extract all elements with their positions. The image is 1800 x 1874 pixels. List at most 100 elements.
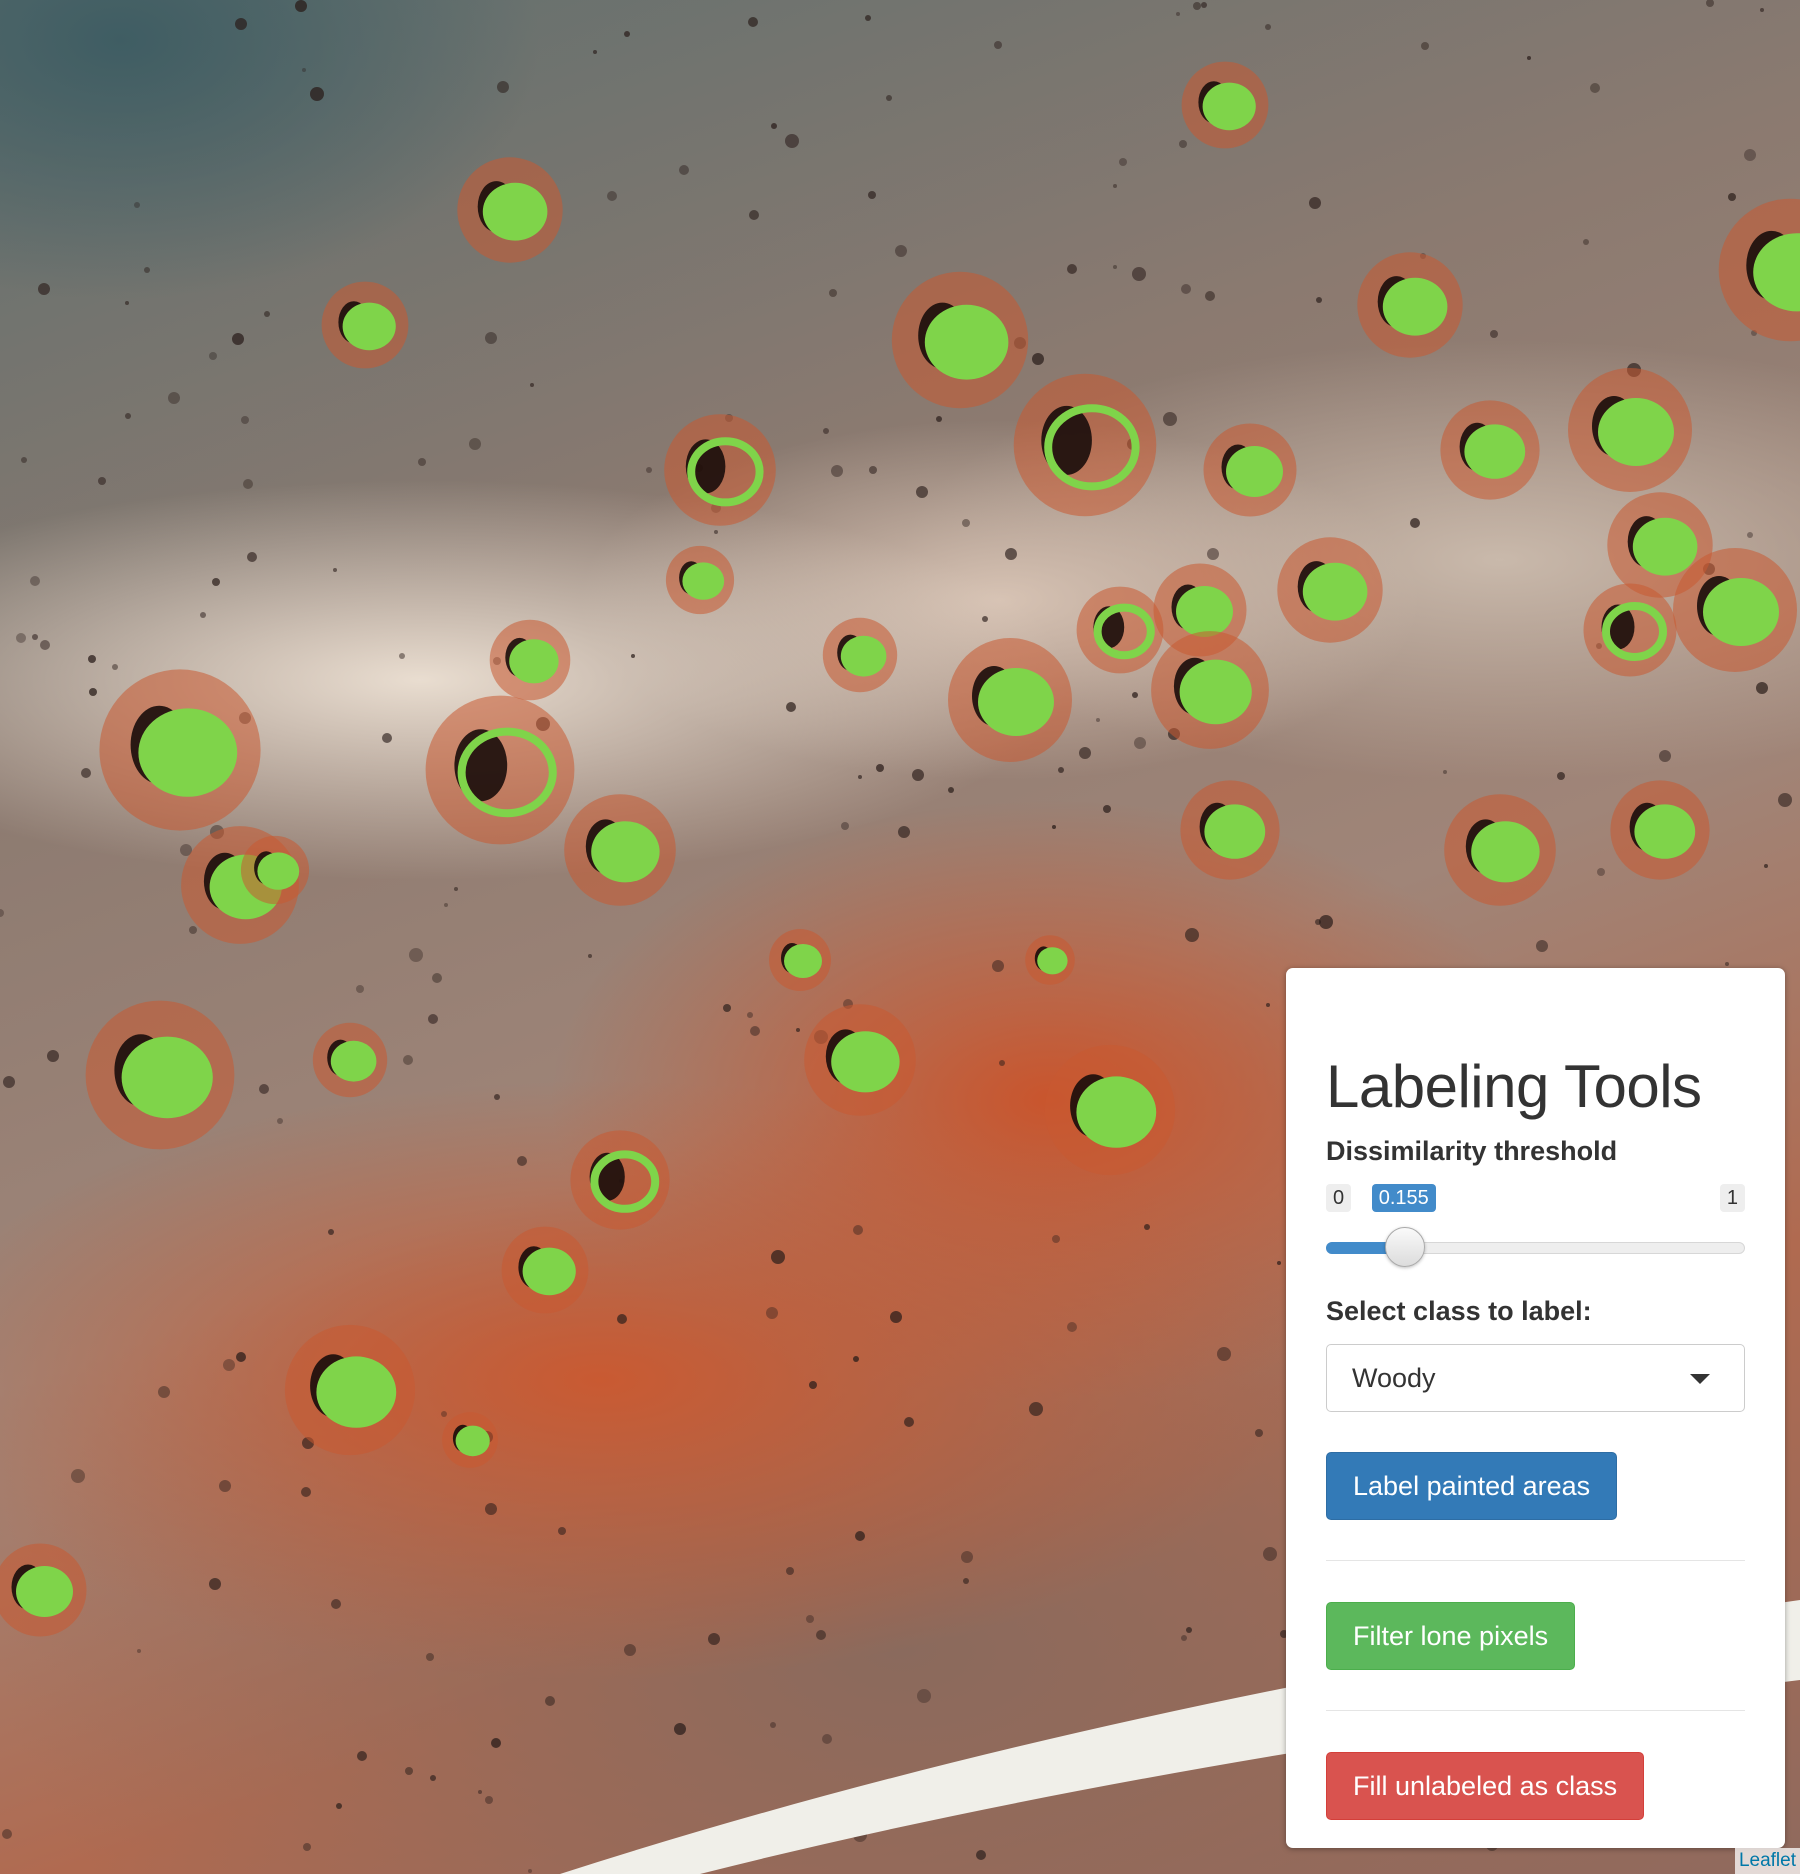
threshold-label: Dissimilarity threshold — [1326, 1136, 1618, 1166]
ground-speckle — [528, 1869, 532, 1873]
ground-speckle — [1067, 1322, 1077, 1332]
ground-speckle — [1410, 518, 1420, 528]
ground-speckle — [71, 1469, 85, 1483]
ground-speckle — [1052, 825, 1056, 829]
labeled-woody-area — [1382, 277, 1448, 336]
labeled-woody-area — [1176, 586, 1233, 637]
ground-speckle — [1113, 184, 1117, 188]
ground-speckle — [259, 1084, 269, 1094]
ground-speckle — [962, 519, 970, 527]
ground-speckle — [855, 1531, 865, 1541]
ground-speckle — [868, 191, 876, 199]
ground-speckle — [485, 1503, 497, 1515]
ground-speckle — [771, 1250, 785, 1264]
panel-title: Labeling Tools — [1326, 1053, 1702, 1120]
ground-speckle — [432, 973, 442, 983]
ground-speckle — [301, 1487, 311, 1497]
ground-speckle — [441, 1411, 447, 1417]
ground-speckle — [999, 1060, 1005, 1066]
ground-speckle — [886, 95, 892, 101]
ground-speckle — [125, 413, 131, 419]
ground-speckle — [1760, 8, 1764, 12]
ground-speckle — [1536, 940, 1548, 952]
ground-speckle — [1201, 2, 1207, 8]
ground-speckle — [1590, 83, 1600, 93]
ground-speckle — [137, 1649, 141, 1653]
ground-speckle — [1319, 915, 1333, 929]
labeled-woody-area — [1464, 424, 1526, 479]
ground-speckle — [831, 465, 843, 477]
labeled-woody-area — [121, 1036, 213, 1119]
ground-speckle — [209, 1578, 221, 1590]
label-painted-areas-button[interactable]: Label painted areas — [1326, 1452, 1618, 1520]
ground-speckle — [1119, 158, 1127, 166]
ground-speckle — [1597, 868, 1605, 876]
ground-speckle — [806, 1615, 814, 1623]
ground-speckle — [3, 1076, 15, 1088]
ground-speckle — [1764, 864, 1768, 868]
ground-speckle — [785, 134, 799, 148]
ground-speckle — [485, 1796, 493, 1804]
ground-speckle — [98, 477, 106, 485]
ground-speckle — [1005, 548, 1017, 560]
ground-speckle — [1103, 805, 1111, 813]
labeled-woody-area — [342, 302, 396, 351]
ground-speckle — [236, 1352, 246, 1362]
ground-speckle — [403, 1055, 413, 1065]
labeled-woody-area — [330, 1040, 377, 1082]
class-select-label: Select class to label: — [1326, 1296, 1592, 1326]
labeled-woody-area — [1598, 398, 1674, 466]
ground-speckle — [333, 568, 337, 572]
labeled-woody-area — [482, 182, 548, 241]
ground-speckle — [88, 655, 96, 663]
labeled-woody-area — [1632, 517, 1698, 576]
ground-speckle — [112, 664, 118, 670]
fill-unlabeled-button[interactable]: Fill unlabeled as class — [1326, 1752, 1645, 1820]
ground-speckle — [30, 576, 40, 586]
ground-speckle — [426, 1653, 434, 1661]
ground-speckle — [895, 245, 907, 257]
ground-speckle — [241, 416, 249, 424]
ground-speckle — [976, 1850, 986, 1860]
ground-speckle — [588, 954, 592, 958]
filter-lone-pixels-button[interactable]: Filter lone pixels — [1326, 1602, 1576, 1670]
ground-speckle — [617, 1314, 627, 1324]
ground-speckle — [16, 633, 26, 643]
ground-speckle — [336, 1803, 342, 1809]
ground-speckle — [631, 654, 635, 658]
ground-speckle — [40, 640, 50, 650]
ground-speckle — [485, 332, 497, 344]
ground-speckle — [494, 1094, 500, 1100]
ground-speckle — [593, 50, 597, 54]
ground-speckle — [81, 768, 91, 778]
ground-speckle — [823, 428, 829, 434]
ground-speckle — [357, 1751, 367, 1761]
ground-speckle — [219, 1480, 231, 1492]
ground-speckle — [38, 283, 50, 295]
ground-speckle — [1315, 919, 1321, 925]
ground-speckle — [1217, 1347, 1231, 1361]
class-select[interactable]: Woody — [1326, 1344, 1745, 1412]
ground-speckle — [212, 578, 220, 586]
ground-speckle — [125, 301, 129, 305]
leaflet-attribution[interactable]: Leaflet — [1734, 1848, 1800, 1874]
ground-speckle — [1255, 1429, 1263, 1437]
labeled-woody-area — [924, 304, 1009, 380]
ground-speckle — [232, 333, 244, 345]
slider-value-label: 0.155 — [1371, 1184, 1436, 1212]
labeled-woody-area — [1226, 446, 1283, 497]
ground-speckle — [1207, 548, 1219, 560]
ground-speckle — [624, 31, 630, 37]
ground-speckle — [904, 1417, 914, 1427]
ground-speckle — [469, 438, 481, 450]
slider-max-label: 1 — [1719, 1184, 1745, 1212]
divider — [1326, 1710, 1745, 1711]
slider-handle[interactable] — [1384, 1227, 1425, 1267]
ground-speckle — [853, 1225, 863, 1235]
ground-speckle — [841, 822, 849, 830]
ground-speckle — [243, 479, 253, 489]
ground-speckle — [816, 1630, 826, 1640]
ground-speckle — [607, 191, 617, 201]
ground-speckle — [708, 1633, 720, 1645]
threshold-slider[interactable]: 0 0.155 1 — [1326, 1184, 1745, 1274]
